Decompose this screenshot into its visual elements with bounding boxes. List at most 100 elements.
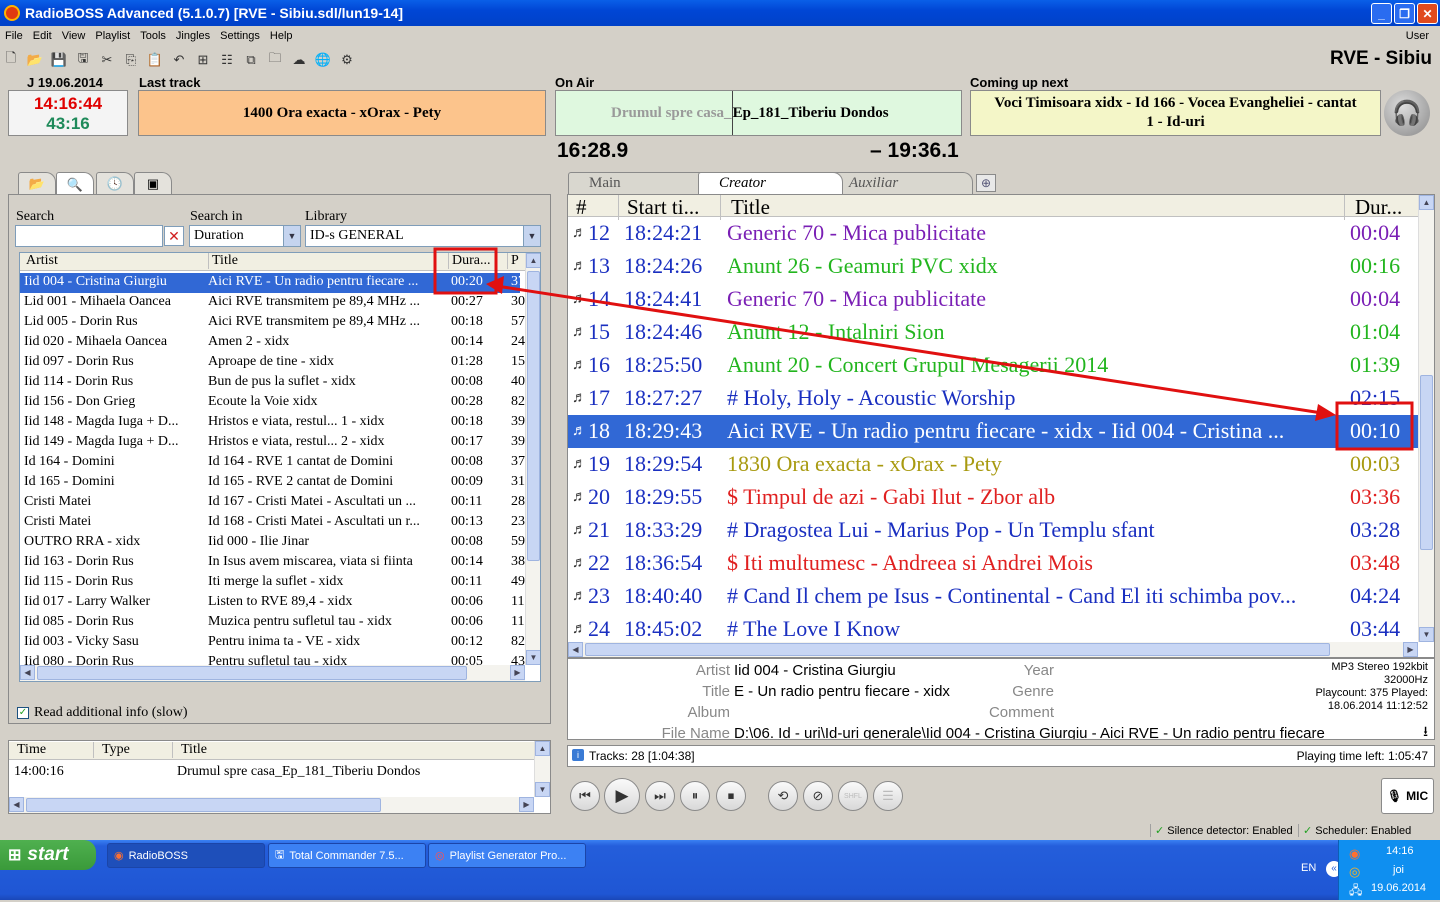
menu-user[interactable]: User — [1401, 30, 1434, 42]
col-duration[interactable]: Dura... — [448, 253, 491, 269]
library-row[interactable]: Iid 017 - Larry Walker Listen to RVE 89,4… — [20, 593, 524, 613]
scroll-up-icon[interactable]: ▲ — [526, 253, 540, 268]
library-row[interactable]: Iid 085 - Dorin Rus Muzica pentru sufletu… — [20, 613, 524, 633]
library-row[interactable]: Lid 001 - Mihaela Oancea Aici RVE transmi… — [20, 293, 525, 313]
library-row[interactable]: Iid 114 - Dorin Rus Bun de pus la suflet … — [20, 373, 525, 393]
network-icon[interactable]: 🖧 — [1349, 881, 1362, 902]
scroll-thumb[interactable] — [37, 666, 467, 680]
menu-tools[interactable]: Tools — [135, 30, 171, 42]
start-button[interactable]: ⊞ start — [0, 840, 96, 870]
playlist-row[interactable]: ♬ 13 18:24:26 Anunt 26 - Geamuri PVC xidx 00… — [568, 250, 1418, 283]
library-row[interactable]: Iid 020 - Mihaela Oancea Amen 2 - xidx 00:… — [20, 333, 525, 353]
tab-explorer[interactable]: 📂 — [18, 172, 56, 194]
chevron-down-icon[interactable]: ▼ — [523, 226, 540, 246]
playlist-row[interactable]: ♬ 16 18:25:50 Anunt 20 - Concert Grupul Mes… — [568, 349, 1418, 382]
col-title[interactable]: Title — [208, 253, 238, 269]
add-url-icon[interactable]: ⧉ — [242, 51, 260, 69]
library-row[interactable]: Iid 163 - Dorin Rus In Isus avem miscarea… — [20, 553, 525, 573]
playlist-row[interactable]: ♬ 18 18:29:43 Aici RVE - Un radio pentru fi… — [568, 415, 1418, 448]
scroll-thumb[interactable] — [1420, 375, 1433, 550]
menu-help[interactable]: Help — [265, 30, 298, 42]
col-type[interactable]: Type — [93, 742, 130, 758]
title-bar[interactable]: RadioBOSS Advanced (5.1.0.7) [RVE - Sibi… — [0, 0, 1440, 26]
read-info-option[interactable]: ✓ Read additional info (slow) — [17, 705, 188, 721]
scroll-up-icon[interactable]: ▲ — [1419, 195, 1434, 210]
clear-search-icon[interactable]: ✕ — [164, 226, 184, 246]
playlist-vscrollbar[interactable]: ▲ ▼ — [1418, 195, 1434, 642]
tab-creator[interactable]: Creator — [698, 172, 843, 194]
scroll-left-icon[interactable]: ◀ — [568, 642, 583, 657]
scroll-right-icon[interactable]: ▶ — [519, 797, 534, 812]
scroll-left-icon[interactable]: ◀ — [9, 797, 24, 812]
cut-icon[interactable]: ✂ — [98, 51, 116, 69]
copy-icon[interactable]: ⎘ — [122, 51, 140, 69]
previous-button[interactable]: ⏮ — [570, 781, 600, 811]
menu-playlist[interactable]: Playlist — [90, 30, 135, 42]
history-hscrollbar[interactable]: ◀ ▶ — [9, 797, 534, 813]
col-p[interactable]: P — [507, 253, 519, 269]
minimize-button[interactable]: _ — [1371, 3, 1392, 24]
library-select[interactable]: ID-s GENERAL ▼ — [305, 225, 541, 247]
scroll-left-icon[interactable]: ◀ — [20, 665, 35, 680]
tab-search[interactable]: 🔍 — [56, 172, 94, 196]
add-tab-icon[interactable]: ⊕ — [976, 174, 996, 192]
scroll-up-icon[interactable]: ▲ — [535, 741, 550, 756]
menu-file[interactable]: File — [0, 30, 28, 42]
checkbox-checked-icon[interactable]: ✓ — [17, 707, 29, 719]
chevron-down-icon[interactable]: ▼ — [283, 226, 300, 246]
library-hscrollbar[interactable]: ◀ ▶ — [20, 665, 525, 681]
history-row[interactable]: 14:00:16 Drumul spre casa_Ep_181_Tiberiu… — [9, 763, 509, 783]
scroll-down-icon[interactable]: ▼ — [1419, 627, 1434, 642]
playlist-row[interactable]: ♬ 14 18:24:41 Generic 70 - Mica publicitate… — [568, 283, 1418, 316]
scroll-thumb[interactable] — [585, 643, 1330, 656]
loop-button[interactable]: ⟲ — [768, 781, 798, 811]
add-folder-icon[interactable]: 🗀 — [266, 50, 284, 69]
menu-jingles[interactable]: Jingles — [171, 30, 215, 42]
tab-cart[interactable]: ▣ — [134, 172, 172, 194]
playlist-row[interactable]: ♬ 21 18:33:29 # Dragostea Lui - Marius Pop … — [568, 514, 1418, 547]
save-as-icon[interactable]: 🖫 — [74, 50, 92, 69]
playlist-row[interactable]: ♬ 22 18:36:54 $ Iti multumesc - Andreea si … — [568, 547, 1418, 580]
tab-main[interactable]: Main — [568, 172, 718, 194]
paste-icon[interactable]: 📋 — [146, 51, 164, 69]
save-icon[interactable]: 💾 — [50, 51, 68, 69]
maximize-button[interactable]: ❐ — [1394, 3, 1415, 24]
close-button[interactable]: ✕ — [1417, 3, 1438, 24]
next-button[interactable]: ⏭ — [645, 781, 675, 811]
add-list-icon[interactable]: ☷ — [218, 51, 236, 69]
disable-button[interactable]: ⊘ — [803, 781, 833, 811]
task-playlist-generator[interactable]: ◎ Playlist Generator Pro... — [428, 843, 586, 868]
library-row[interactable]: Id 164 - Domini Id 164 - RVE 1 cantat de … — [20, 453, 525, 473]
col-artist[interactable]: Artist — [26, 253, 58, 269]
library-row[interactable]: Iid 097 - Dorin Rus Aproape de tine - xid… — [20, 353, 525, 373]
library-row[interactable]: Iid 115 - Dorin Rus Iti merge la suflet -… — [20, 573, 525, 593]
playlist-row[interactable]: ♬ 24 18:45:02 # The Love I Know 03:44 — [568, 613, 1418, 642]
menu-view[interactable]: View — [57, 30, 91, 42]
language-indicator[interactable]: EN — [1301, 862, 1316, 874]
playlist-row[interactable]: ♬ 12 18:24:21 Generic 70 - Mica publicitate… — [568, 217, 1418, 250]
stop-button[interactable]: ⏹ — [716, 781, 746, 811]
play-button[interactable]: ▶ — [604, 778, 640, 814]
radioboss-tray-icon[interactable]: ◉ — [1349, 846, 1360, 862]
globe-icon[interactable]: 🌐 — [314, 51, 332, 69]
library-row[interactable]: Cristi Matei Id 168 - Cristi Matei - Ascu… — [20, 513, 525, 533]
playlist-row[interactable]: ♬ 23 18:40:40 # Cand Il chem pe Isus - Cont… — [568, 580, 1418, 613]
col-time[interactable]: Time — [17, 742, 46, 758]
playlist-view-button[interactable]: ☰ — [873, 781, 903, 811]
tray-app-icon[interactable]: ◎ — [1349, 864, 1360, 880]
shuffle-button[interactable]: SHFL — [838, 781, 868, 811]
library-vscrollbar[interactable]: ▲ ▼ — [525, 253, 540, 665]
col-title[interactable]: Title — [172, 742, 207, 758]
library-row[interactable]: Iid 003 - Vicky Sasu Pentru inima ta - VE… — [20, 633, 525, 653]
scroll-thumb[interactable] — [527, 271, 540, 561]
scroll-down-icon[interactable]: ▼ — [526, 650, 540, 665]
library-row[interactable]: Lid 005 - Dorin Rus Aici RVE transmitem p… — [20, 313, 525, 333]
playlist-hscrollbar[interactable]: ◀ ▶ — [568, 642, 1418, 657]
menu-settings[interactable]: Settings — [215, 30, 265, 42]
playlist-row[interactable]: ♬ 15 18:24:46 Anunt 12 - Intalniri Sion 01:0… — [568, 316, 1418, 349]
settings-gear-icon[interactable]: ⚙ — [338, 51, 356, 69]
undo-icon[interactable]: ↶ — [170, 51, 188, 69]
add-track-icon[interactable]: ⊞ — [194, 51, 212, 69]
menu-edit[interactable]: Edit — [28, 30, 57, 42]
playlist-row[interactable]: ♬ 17 18:27:27 # Holy, Holy - Acoustic Worsh… — [568, 382, 1418, 415]
